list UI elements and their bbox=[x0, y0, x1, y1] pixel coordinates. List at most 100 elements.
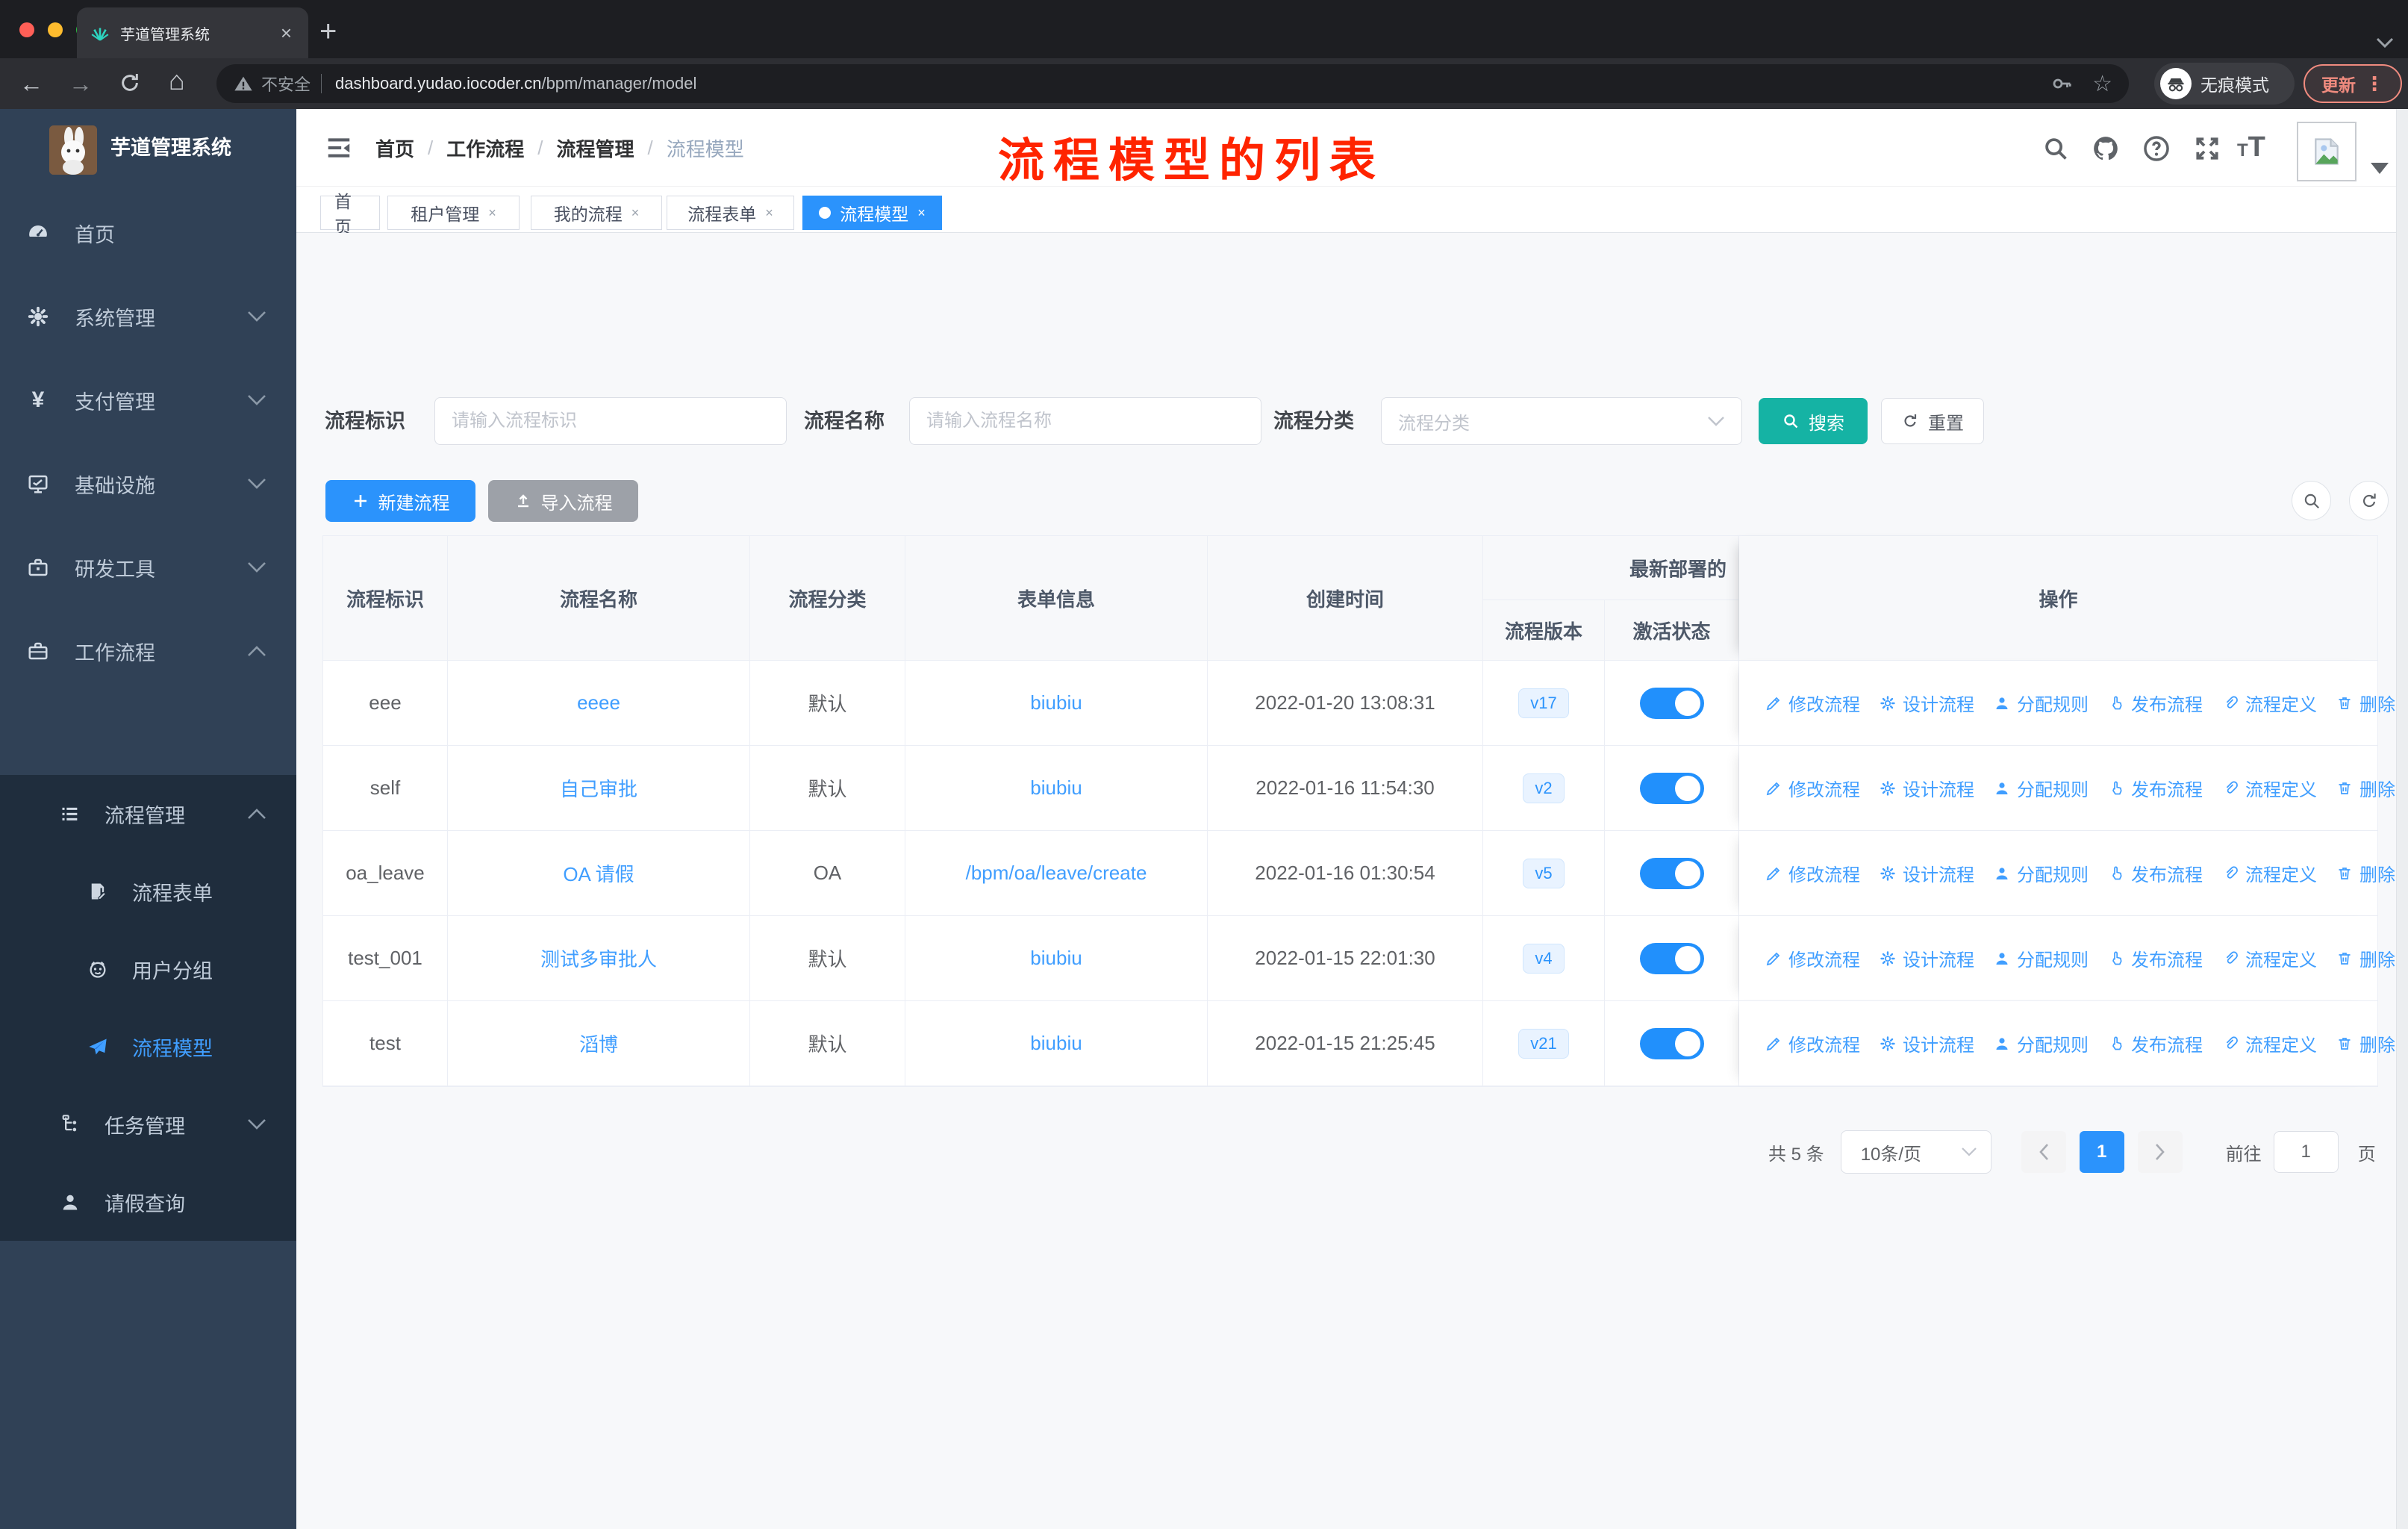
form-link[interactable]: biubiu bbox=[1030, 947, 1082, 970]
search-icon[interactable] bbox=[2042, 134, 2070, 163]
reload-button[interactable] bbox=[118, 71, 142, 95]
design-process-link[interactable]: 设计流程 bbox=[1879, 860, 1974, 886]
tag-close-icon[interactable]: × bbox=[917, 205, 926, 221]
process-definition-link[interactable]: 流程定义 bbox=[2221, 690, 2317, 716]
window-minimize-button[interactable] bbox=[48, 22, 63, 37]
assign-rule-link[interactable]: 分配规则 bbox=[1993, 775, 2089, 801]
version-badge[interactable]: v17 bbox=[1518, 688, 1569, 718]
publish-process-link[interactable]: 发布流程 bbox=[2107, 860, 2203, 886]
sidebar-item-task-manage[interactable]: 任务管理 bbox=[0, 1086, 296, 1163]
active-toggle[interactable] bbox=[1639, 687, 1704, 719]
version-badge[interactable]: v4 bbox=[1523, 943, 1565, 974]
delete-link[interactable]: 删除 bbox=[2336, 775, 2395, 801]
form-link[interactable]: biubiu bbox=[1030, 1032, 1082, 1055]
tag-process-form[interactable]: 流程表单 × bbox=[667, 196, 794, 230]
process-definition-link[interactable]: 流程定义 bbox=[2221, 860, 2317, 886]
sidebar-item-leave-query[interactable]: 请假查询 bbox=[0, 1163, 296, 1241]
publish-process-link[interactable]: 发布流程 bbox=[2107, 690, 2203, 716]
tag-close-icon[interactable]: × bbox=[765, 205, 773, 221]
sidebar-item-workflow[interactable]: 工作流程 bbox=[0, 609, 296, 693]
sidebar-item-devtools[interactable]: 研发工具 bbox=[0, 526, 296, 609]
form-link[interactable]: biubiu bbox=[1030, 691, 1082, 714]
create-process-button[interactable]: 新建流程 bbox=[325, 480, 475, 522]
home-button[interactable]: ⌂ bbox=[169, 66, 185, 96]
publish-process-link[interactable]: 发布流程 bbox=[2107, 775, 2203, 801]
process-definition-link[interactable]: 流程定义 bbox=[2221, 945, 2317, 971]
process-name-link[interactable]: 滔博 bbox=[579, 1030, 618, 1057]
design-process-link[interactable]: 设计流程 bbox=[1879, 775, 1974, 801]
category-select[interactable]: 流程分类 bbox=[1381, 397, 1742, 445]
modify-process-link[interactable]: 修改流程 bbox=[1765, 945, 1860, 971]
tag-tenant[interactable]: 租户管理 × bbox=[387, 196, 520, 230]
sidebar-item-user-group[interactable]: 用户分组 bbox=[0, 930, 296, 1008]
new-tab-button[interactable]: + bbox=[319, 16, 337, 46]
security-label[interactable]: 不安全 bbox=[261, 72, 311, 96]
tag-close-icon[interactable]: × bbox=[488, 205, 496, 221]
active-toggle[interactable] bbox=[1639, 857, 1704, 889]
sidebar-item-process-form[interactable]: 流程表单 bbox=[0, 853, 296, 930]
tab-close-icon[interactable]: × bbox=[278, 22, 295, 45]
browser-menu-icon[interactable]: ⋮ bbox=[2365, 72, 2384, 96]
assign-rule-link[interactable]: 分配规则 bbox=[1993, 1030, 2089, 1056]
process-definition-link[interactable]: 流程定义 bbox=[2221, 775, 2317, 801]
sidebar-item-home[interactable]: 首页 bbox=[0, 191, 296, 275]
bookmark-star-icon[interactable]: ☆ bbox=[2092, 71, 2112, 97]
process-definition-link[interactable]: 流程定义 bbox=[2221, 1030, 2317, 1056]
delete-link[interactable]: 删除 bbox=[2336, 945, 2395, 971]
page-size-select[interactable]: 10条/页 bbox=[1840, 1130, 1991, 1174]
forward-button[interactable]: → bbox=[69, 69, 93, 99]
tag-my-process[interactable]: 我的流程 × bbox=[531, 196, 662, 230]
delete-link[interactable]: 删除 bbox=[2336, 860, 2395, 886]
process-name-link[interactable]: 测试多审批人 bbox=[540, 944, 657, 972]
goto-page-input[interactable] bbox=[2273, 1131, 2339, 1173]
sidebar-item-process-model[interactable]: 流程模型 bbox=[0, 1008, 296, 1086]
tag-process-model[interactable]: 流程模型 × bbox=[802, 196, 942, 230]
active-toggle[interactable] bbox=[1639, 772, 1704, 804]
search-button[interactable]: 搜索 bbox=[1759, 398, 1868, 444]
design-process-link[interactable]: 设计流程 bbox=[1879, 945, 1974, 971]
publish-process-link[interactable]: 发布流程 bbox=[2107, 1030, 2203, 1056]
active-toggle[interactable] bbox=[1639, 1027, 1704, 1059]
url-bar[interactable]: 不安全 dashboard.yudao.iocoder.cn /bpm/mana… bbox=[216, 64, 2129, 103]
text-size-icon[interactable]: TT bbox=[2237, 131, 2265, 164]
process-name-link[interactable]: eeee bbox=[577, 691, 620, 714]
breadcrumb-workflow[interactable]: 工作流程 bbox=[446, 134, 524, 162]
reset-button[interactable]: 重置 bbox=[1881, 398, 1984, 444]
avatar-caret-icon[interactable] bbox=[2371, 163, 2389, 174]
help-icon[interactable] bbox=[2142, 134, 2171, 163]
table-search-button[interactable] bbox=[2292, 481, 2331, 520]
form-link[interactable]: /bpm/oa/leave/create bbox=[966, 862, 1147, 885]
assign-rule-link[interactable]: 分配规则 bbox=[1993, 860, 2089, 886]
breadcrumb-process-manage[interactable]: 流程管理 bbox=[557, 134, 634, 162]
sidebar-item-process-manage[interactable]: 流程管理 bbox=[0, 775, 296, 853]
table-refresh-button[interactable] bbox=[2349, 481, 2389, 520]
process-name-link[interactable]: OA 请假 bbox=[563, 859, 634, 887]
update-button[interactable]: 更新 ⋮ bbox=[2303, 64, 2402, 103]
delete-link[interactable]: 删除 bbox=[2336, 1030, 2395, 1056]
modify-process-link[interactable]: 修改流程 bbox=[1765, 775, 1860, 801]
design-process-link[interactable]: 设计流程 bbox=[1879, 1030, 1974, 1056]
assign-rule-link[interactable]: 分配规则 bbox=[1993, 690, 2089, 716]
import-process-button[interactable]: 导入流程 bbox=[488, 480, 638, 522]
form-link[interactable]: biubiu bbox=[1030, 776, 1082, 800]
back-button[interactable]: ← bbox=[19, 69, 43, 99]
breadcrumb-home[interactable]: 首页 bbox=[375, 134, 414, 162]
modify-process-link[interactable]: 修改流程 bbox=[1765, 860, 1860, 886]
process-name-link[interactable]: 自己审批 bbox=[560, 774, 637, 802]
window-close-button[interactable] bbox=[19, 22, 34, 37]
page-button-1[interactable]: 1 bbox=[2079, 1131, 2124, 1173]
sidebar-item-infrastructure[interactable]: 基础设施 bbox=[0, 442, 296, 526]
scrollbar-track[interactable] bbox=[2396, 109, 2408, 1529]
publish-process-link[interactable]: 发布流程 bbox=[2107, 945, 2203, 971]
key-icon[interactable] bbox=[2050, 72, 2073, 95]
sidebar-item-payment[interactable]: ¥ 支付管理 bbox=[0, 358, 296, 442]
github-icon[interactable] bbox=[2092, 134, 2120, 163]
tag-close-icon[interactable]: × bbox=[631, 205, 640, 221]
sidebar-item-system[interactable]: 系统管理 bbox=[0, 275, 296, 358]
version-badge[interactable]: v21 bbox=[1518, 1028, 1569, 1059]
sidebar-fold-icon[interactable] bbox=[325, 134, 353, 162]
avatar[interactable] bbox=[2297, 122, 2356, 181]
modify-process-link[interactable]: 修改流程 bbox=[1765, 1030, 1860, 1056]
fullscreen-icon[interactable] bbox=[2193, 134, 2221, 163]
prev-page-button[interactable] bbox=[2021, 1131, 2066, 1173]
